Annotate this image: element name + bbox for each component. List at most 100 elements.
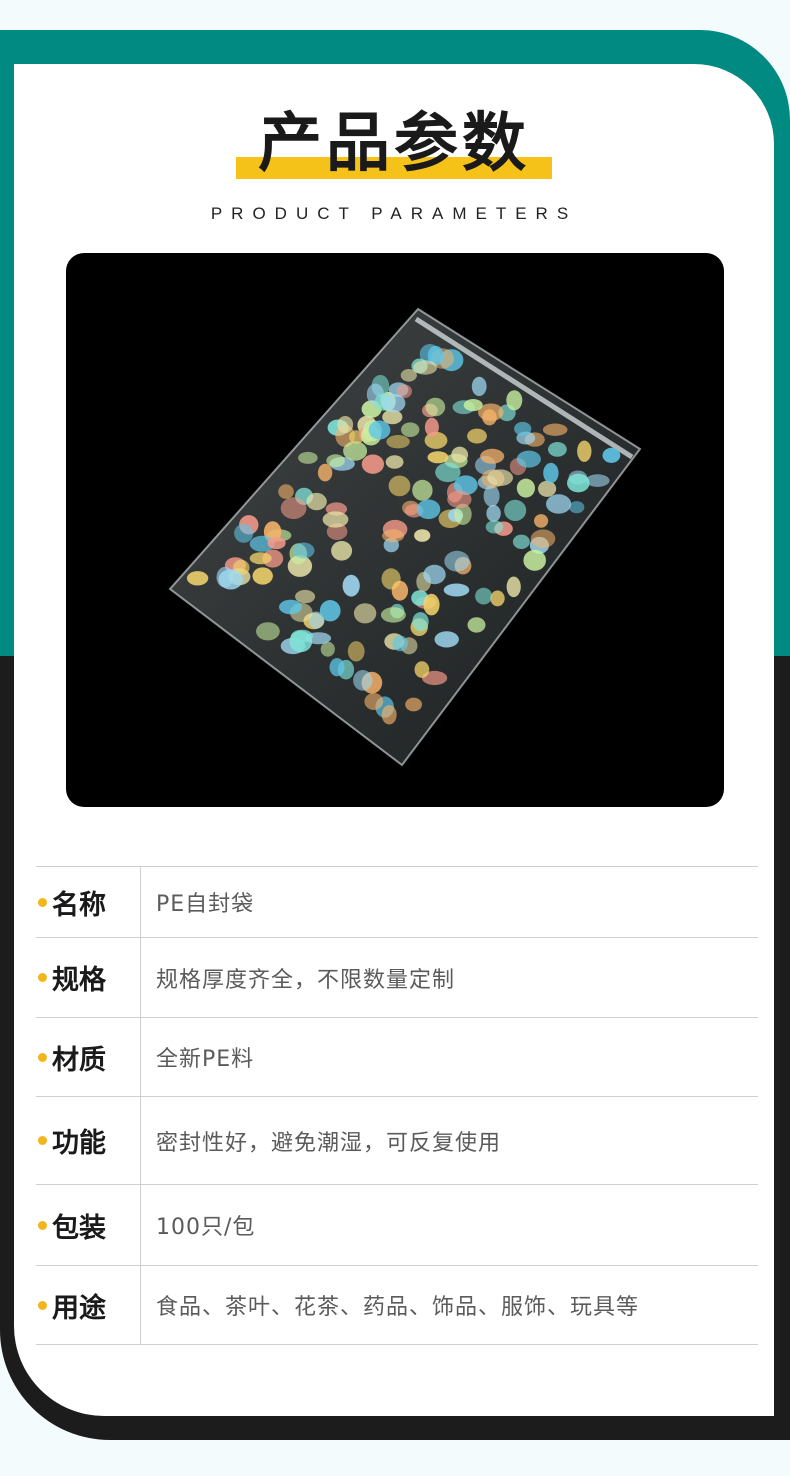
product-photo (66, 253, 724, 807)
candy-icon (412, 612, 429, 632)
candy-icon (298, 451, 318, 464)
param-row-usage: 用途 食品、茶叶、花茶、药品、饰品、服饰、玩具等 (36, 1265, 758, 1345)
candy-icon (322, 511, 349, 528)
candy-icon (320, 641, 335, 657)
candy-icon (218, 569, 243, 590)
candy-icon (577, 440, 592, 462)
candy-icon (392, 635, 408, 652)
param-label: 规格 (52, 965, 106, 996)
candy-icon (504, 499, 527, 521)
candy-icon (234, 523, 254, 543)
bullet-dot-icon (38, 973, 47, 982)
bullet-dot-icon (38, 1136, 47, 1145)
candy-icon (361, 454, 384, 474)
param-row-function: 功能 密封性好，避免潮湿，可反复使用 (36, 1096, 758, 1184)
bullet-dot-icon (38, 1220, 47, 1230)
candy-icon (388, 475, 411, 497)
candy-icon (424, 417, 439, 437)
candy-icon (317, 463, 333, 482)
candy-icon (463, 399, 483, 412)
param-row-spec: 规格 规格厚度齐全，不限数量定制 (36, 937, 758, 1017)
candy-icon (485, 520, 504, 534)
param-label: 名称 (52, 889, 106, 921)
param-value: 密封性好，避免潮湿，可反复使用 (156, 1130, 502, 1156)
candy-icon (567, 473, 590, 493)
candy-icon (252, 567, 273, 585)
candy-icon (543, 462, 559, 484)
param-label: 包装 (52, 1212, 106, 1244)
page-title: 产品参数 (258, 107, 530, 181)
candy-icon (337, 416, 354, 434)
candy-icon (280, 497, 307, 520)
params-table: 名称 PE自封袋 规格 规格厚度齐全，不限数量定制 材质 全新PE料 功能 密封… (36, 866, 758, 1345)
candy-icon (516, 450, 541, 468)
candy-icon (382, 529, 405, 543)
candy-icon (444, 550, 470, 572)
candy-icon (487, 469, 513, 486)
candy-icon (186, 571, 209, 586)
candy-icon (353, 670, 373, 691)
candy-icon (443, 583, 470, 597)
param-label: 材质 (52, 1044, 106, 1076)
bullet-dot-icon (38, 897, 47, 907)
candy-icon (451, 446, 469, 463)
candy-icon (278, 484, 294, 499)
candy-icon (538, 480, 557, 497)
candy-icon (435, 462, 461, 483)
candy-icon (530, 529, 556, 548)
param-row-material: 材质 全新PE料 (36, 1017, 758, 1096)
candy-icon (414, 529, 431, 542)
candy-icon (331, 541, 353, 561)
candy-icon (412, 479, 433, 501)
candy-icon (471, 376, 487, 397)
candy-icon (347, 641, 365, 662)
candy-icon (400, 369, 417, 382)
title-wrap: 产品参数 (14, 104, 774, 184)
candy-icon (425, 397, 446, 417)
candy-icon (423, 564, 446, 585)
candy-icon (413, 360, 438, 375)
candy-icon (295, 589, 316, 604)
candy-icon (306, 492, 327, 511)
candy-icon (467, 617, 486, 633)
candy-icon (546, 494, 572, 514)
param-value: 全新PE料 (156, 1047, 255, 1072)
candy-icon (292, 542, 315, 559)
candy-icon (416, 499, 441, 520)
candy-icon (506, 576, 521, 598)
candy-icon (385, 455, 404, 469)
candy-icon (353, 603, 377, 624)
param-row-packaging: 包装 100只/包 (36, 1184, 758, 1265)
candy-icon (512, 534, 530, 549)
candy-icon (516, 478, 535, 498)
candy-icon (381, 705, 397, 725)
candy-icon (523, 549, 546, 571)
candy-icon (364, 693, 384, 710)
content-card: 产品参数 PRODUCT PARAMETERS 名称 PE自封袋 规格 规格厚度… (14, 64, 774, 1416)
candy-icon (267, 536, 286, 550)
candy-icon (480, 448, 505, 464)
candy-icon (405, 697, 422, 712)
candy-icon (319, 600, 341, 622)
param-value: 规格厚度齐全，不限数量定制 (156, 967, 456, 993)
candy-icon (343, 441, 368, 461)
candy-icon (467, 428, 487, 444)
param-label-cell: 包装 (36, 1185, 141, 1265)
candy-icon (427, 451, 449, 464)
candy-icon (342, 574, 360, 597)
candy-icon (514, 421, 532, 436)
bullet-dot-icon (38, 1052, 47, 1062)
param-label-cell: 材质 (36, 1018, 141, 1096)
param-label-cell: 名称 (36, 867, 141, 937)
candy-icon (569, 501, 585, 514)
candy-icon (382, 393, 406, 413)
param-value: PE自封袋 (156, 892, 255, 917)
candy-icon (380, 607, 406, 623)
candy-icon (434, 631, 459, 648)
candy-icon (279, 599, 302, 615)
candy-icon (475, 587, 493, 605)
candy-icon (249, 552, 272, 565)
candy-icon (291, 629, 313, 643)
candy-icon (386, 435, 410, 449)
param-value: 食品、茶叶、花茶、药品、饰品、服饰、玩具等 (156, 1295, 640, 1320)
